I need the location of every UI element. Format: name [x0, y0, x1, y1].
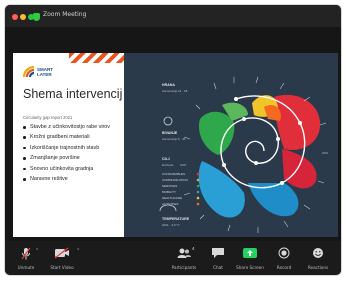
chat-label: Chat — [213, 265, 223, 270]
legend-category: HEALTHCARE — [162, 196, 182, 200]
legend-category: CONSUMABLES — [162, 172, 186, 176]
slide-title: Shema intervencij — [23, 87, 123, 101]
legend-footer-sub: 2021 · 3.0 °C — [162, 223, 180, 227]
record-label: Record — [276, 265, 292, 270]
share-screen-icon — [243, 248, 257, 258]
share-screen-button[interactable]: Share Screen — [233, 245, 267, 275]
bullet-item: Zmanjšanje površine — [23, 155, 121, 161]
logo-mark-icon — [23, 66, 35, 78]
chat-button[interactable]: Chat — [201, 245, 235, 275]
start-video-label: Start Video — [50, 265, 74, 270]
participants-label: Participants — [171, 265, 197, 270]
petal-blue — [198, 161, 245, 218]
smiley-face-icon — [313, 248, 323, 258]
participants-icon — [177, 248, 191, 258]
legend-section2-title: BIVANJE — [162, 131, 178, 135]
chat-bubble-icon — [212, 248, 224, 258]
decorative-stripes — [69, 53, 124, 63]
participants-count: 4 — [192, 246, 195, 251]
spiral-node — [254, 161, 258, 165]
window-title: Zoom Meeting — [43, 11, 87, 18]
legend-section1-title: HRANA — [162, 83, 175, 87]
bullet-item: Snovno učinkovita gradnja — [23, 166, 121, 172]
title-bar: Zoom Meeting — [5, 5, 341, 27]
logo-text-line2: LATER — [37, 72, 52, 77]
legend-category: COMMUNICATION — [162, 178, 188, 182]
bullet-item: Izkoriščanje trajnostnih stavb — [23, 145, 121, 151]
minimize-window-button[interactable] — [20, 14, 26, 20]
legend-category: MOBILITY — [162, 190, 177, 194]
video-options-caret-icon[interactable]: ^ — [77, 248, 79, 254]
bullet-item: Krožni gradbeni materiali — [23, 134, 121, 140]
spiral-node — [234, 97, 238, 101]
bullet-list: Stavbe z učinkovitostjo rabe virov Krožn… — [23, 124, 121, 186]
meeting-toolbar: Unmute ^ Start Video ^ 4 Participants Ch… — [5, 241, 341, 275]
reactions-label: Reactions — [307, 265, 329, 270]
legend-footer-title: TEMPERATURE — [162, 217, 190, 221]
slide-subtitle: Circularity gap report 2021 — [23, 115, 73, 120]
spiral-node — [276, 137, 280, 141]
spiral-node — [298, 121, 302, 125]
shield-icon[interactable] — [33, 13, 40, 21]
circularity-diagram-panel: HRANA intervencije 14 · 18 BIVANJE inter… — [124, 53, 338, 237]
spiral-node — [280, 181, 284, 185]
slide-text-panel: SMART LATER Shema intervencij Circularit… — [13, 53, 124, 237]
zoom-app: Zoom Meeting SMART LATER Shema intervenc… — [0, 0, 346, 282]
spiral-node — [222, 163, 226, 167]
meeting-window: Zoom Meeting SMART LATER Shema intervenc… — [4, 4, 342, 276]
unmute-label: Unmute — [17, 265, 35, 270]
bullet-item: Naravne rešitve — [23, 176, 121, 182]
shared-screen-area: SMART LATER Shema intervencij Circularit… — [5, 27, 341, 241]
presentation-slide: SMART LATER Shema intervencij Circularit… — [13, 53, 338, 237]
legend-category: ACTIVITIES — [162, 202, 179, 206]
bullet-item: Stavbe z učinkovitostjo rabe virov — [23, 124, 121, 130]
petal-red-2 — [282, 149, 317, 189]
bulb-icon — [163, 116, 173, 126]
legend-category: SERVICES — [162, 184, 178, 188]
start-video-button[interactable]: Start Video — [45, 245, 79, 275]
microphone-muted-icon — [21, 247, 31, 260]
share-screen-label: Share Screen — [236, 265, 264, 270]
audio-options-caret-icon[interactable]: ^ — [36, 248, 38, 254]
spiral-node — [242, 117, 246, 121]
circularity-diagram — [159, 76, 328, 233]
record-icon — [278, 247, 290, 259]
legend-section3-title: CILJ — [162, 157, 170, 161]
logo: SMART LATER — [23, 65, 67, 79]
record-button[interactable]: Record — [267, 245, 301, 275]
close-window-button[interactable] — [12, 14, 18, 20]
participants-button[interactable]: 4 Participants — [167, 245, 201, 275]
reactions-button[interactable]: Reactions — [301, 245, 335, 275]
legend-section2-sub: intervencije 6 · 21 — [162, 137, 186, 141]
video-camera-muted-icon — [54, 247, 69, 259]
legend-section3-sub: krožnost — [162, 163, 174, 167]
legend-section1-sub: intervencije 14 · 18 — [162, 89, 188, 93]
petal-green — [198, 111, 235, 155]
